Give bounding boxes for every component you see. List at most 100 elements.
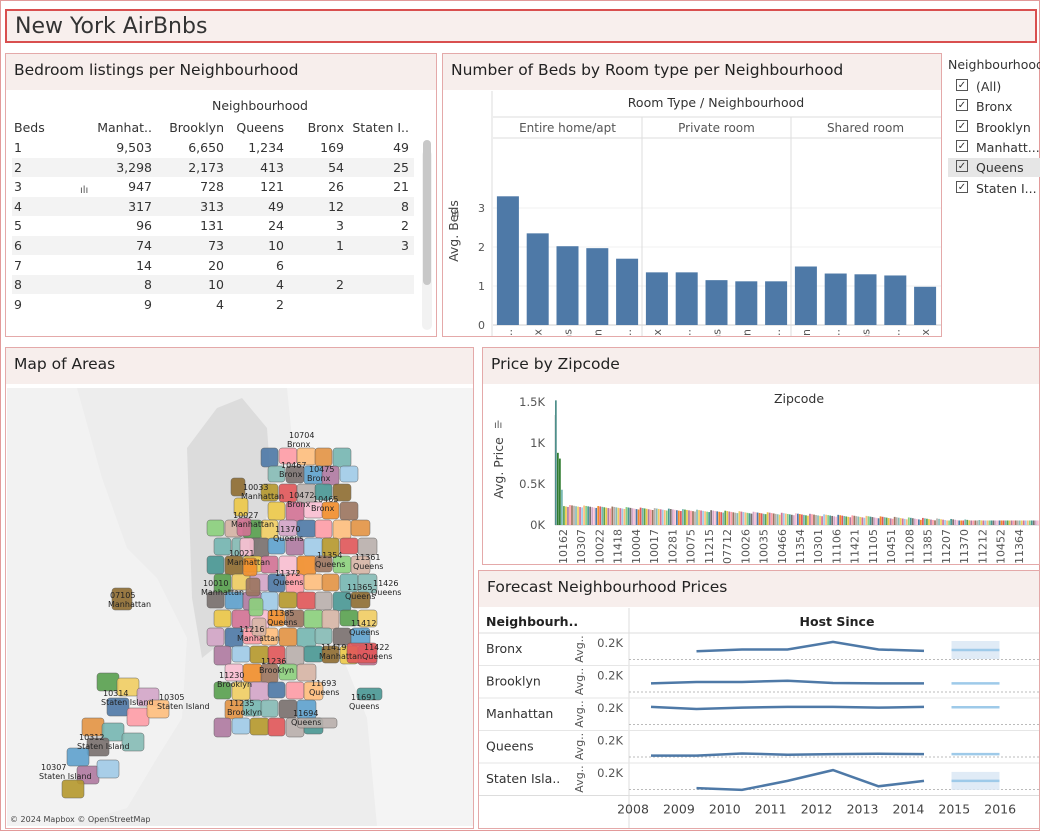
checkbox-checked-icon[interactable]: ✓ (956, 180, 968, 193)
price-bar[interactable] (1000, 520, 1003, 525)
filter-item[interactable]: ✓ Staten I... (948, 179, 1040, 198)
price-bar[interactable] (750, 513, 753, 525)
price-bar[interactable] (895, 517, 898, 525)
price-bar[interactable] (732, 512, 735, 525)
price-bar[interactable] (799, 514, 801, 525)
price-bar[interactable] (1034, 520, 1037, 525)
price-bar[interactable] (831, 515, 833, 525)
price-bar[interactable] (928, 519, 930, 525)
price-bar[interactable] (859, 516, 862, 525)
zipcode-region[interactable] (267, 681, 286, 699)
filter-item[interactable]: ✓ Brooklyn (948, 118, 1040, 137)
series-line[interactable] (696, 640, 925, 653)
price-bar[interactable] (651, 510, 654, 525)
price-bar[interactable] (786, 513, 789, 525)
price-bar[interactable] (855, 516, 858, 525)
checkbox-checked-icon[interactable]: ✓ (956, 160, 968, 173)
price-bar[interactable] (881, 516, 884, 525)
map-canvas[interactable]: 10704Bronx10467Bronx10475Bronx10033Manha… (7, 388, 473, 826)
price-bar[interactable] (567, 506, 569, 525)
beds-bar[interactable] (824, 273, 847, 325)
series-line[interactable] (651, 752, 925, 757)
table-row[interactable]: 2 3,298 2,173 413 54 25 (12, 157, 414, 177)
price-bar[interactable] (986, 520, 989, 525)
price-bar[interactable] (952, 519, 954, 525)
price-bar[interactable] (684, 509, 686, 525)
price-bar[interactable] (710, 510, 712, 525)
price-bar[interactable] (756, 512, 759, 525)
zipcode-region[interactable] (248, 597, 264, 617)
price-bar[interactable] (1028, 520, 1031, 525)
price-bar[interactable] (607, 508, 610, 525)
price-bar[interactable] (579, 507, 581, 525)
price-bar[interactable] (992, 520, 995, 525)
zipcode-region[interactable] (249, 717, 270, 736)
price-bar[interactable] (561, 489, 563, 525)
price-bar[interactable] (833, 516, 836, 525)
zipcode-region[interactable] (339, 465, 359, 483)
price-bar[interactable] (869, 516, 872, 525)
zipcode-region[interactable] (296, 591, 317, 610)
price-bar[interactable] (581, 507, 583, 525)
price-bar[interactable] (615, 507, 618, 525)
price-bar[interactable] (563, 506, 565, 525)
price-bar[interactable] (692, 511, 694, 525)
price-bar[interactable] (766, 512, 769, 525)
price-bar[interactable] (994, 520, 997, 525)
price-bar[interactable] (782, 513, 785, 525)
price-bar[interactable] (643, 508, 646, 525)
price-bar[interactable] (762, 513, 765, 525)
checkbox-checked-icon[interactable]: ✓ (956, 79, 968, 91)
table-row[interactable]: 6 74 73 10 1 3 (12, 236, 414, 255)
price-bar[interactable] (667, 508, 670, 525)
price-bar[interactable] (942, 519, 944, 525)
price-bar[interactable] (911, 518, 914, 525)
beds-bar[interactable] (526, 233, 549, 325)
price-bar[interactable] (688, 510, 690, 525)
price-bar[interactable] (716, 511, 719, 525)
price-bar[interactable] (851, 515, 854, 525)
beds-bar[interactable] (854, 274, 877, 325)
price-bar[interactable] (843, 516, 846, 525)
price-bar[interactable] (587, 506, 589, 525)
price-bar[interactable] (686, 509, 688, 525)
zipcode-region[interactable] (339, 537, 359, 555)
beds-bar[interactable] (675, 272, 698, 325)
price-bar[interactable] (966, 519, 969, 525)
beds-bar[interactable] (496, 196, 519, 325)
price-bar[interactable] (811, 514, 813, 525)
price-bar[interactable] (909, 517, 912, 525)
filter-item[interactable]: ✓ Queens (948, 158, 1040, 178)
beds-bar[interactable] (914, 286, 937, 325)
price-bar[interactable] (877, 518, 880, 525)
table-row[interactable]: 1 9,503 6,650 1,234 169 49 (12, 138, 414, 157)
table-row[interactable]: 5 96 131 24 3 2 (12, 216, 414, 235)
price-bar[interactable] (934, 520, 936, 525)
filter-item[interactable]: ✓ Manhatt... (948, 138, 1040, 157)
table-row[interactable]: 8 8 10 4 2 (12, 275, 414, 295)
beds-bar[interactable] (586, 248, 609, 325)
price-bar[interactable] (794, 513, 797, 525)
price-bar[interactable] (583, 505, 585, 525)
price-bar[interactable] (845, 516, 848, 525)
price-bar[interactable] (611, 506, 614, 525)
checkbox-checked-icon[interactable]: ✓ (956, 139, 968, 152)
series-line[interactable] (650, 705, 925, 711)
table-row[interactable]: 9 9 4 2 (12, 295, 414, 314)
price-bar[interactable] (982, 520, 985, 525)
price-bar[interactable] (573, 505, 575, 525)
price-bar[interactable] (926, 518, 928, 525)
price-bar[interactable] (792, 515, 795, 525)
filter-item[interactable]: ✓ (All) (948, 77, 1040, 96)
price-bar[interactable] (930, 519, 932, 525)
column-header[interactable]: Manhat.. (97, 120, 152, 135)
zipcode-region[interactable] (339, 501, 359, 521)
price-bar[interactable] (722, 512, 725, 525)
zipcode-region[interactable] (285, 681, 305, 700)
series-line[interactable] (650, 679, 924, 685)
zipcode-region[interactable] (314, 447, 333, 467)
price-bar[interactable] (863, 517, 866, 525)
price-bar[interactable] (609, 508, 612, 525)
column-header[interactable]: Brooklyn (169, 120, 224, 135)
price-bar[interactable] (996, 520, 999, 525)
